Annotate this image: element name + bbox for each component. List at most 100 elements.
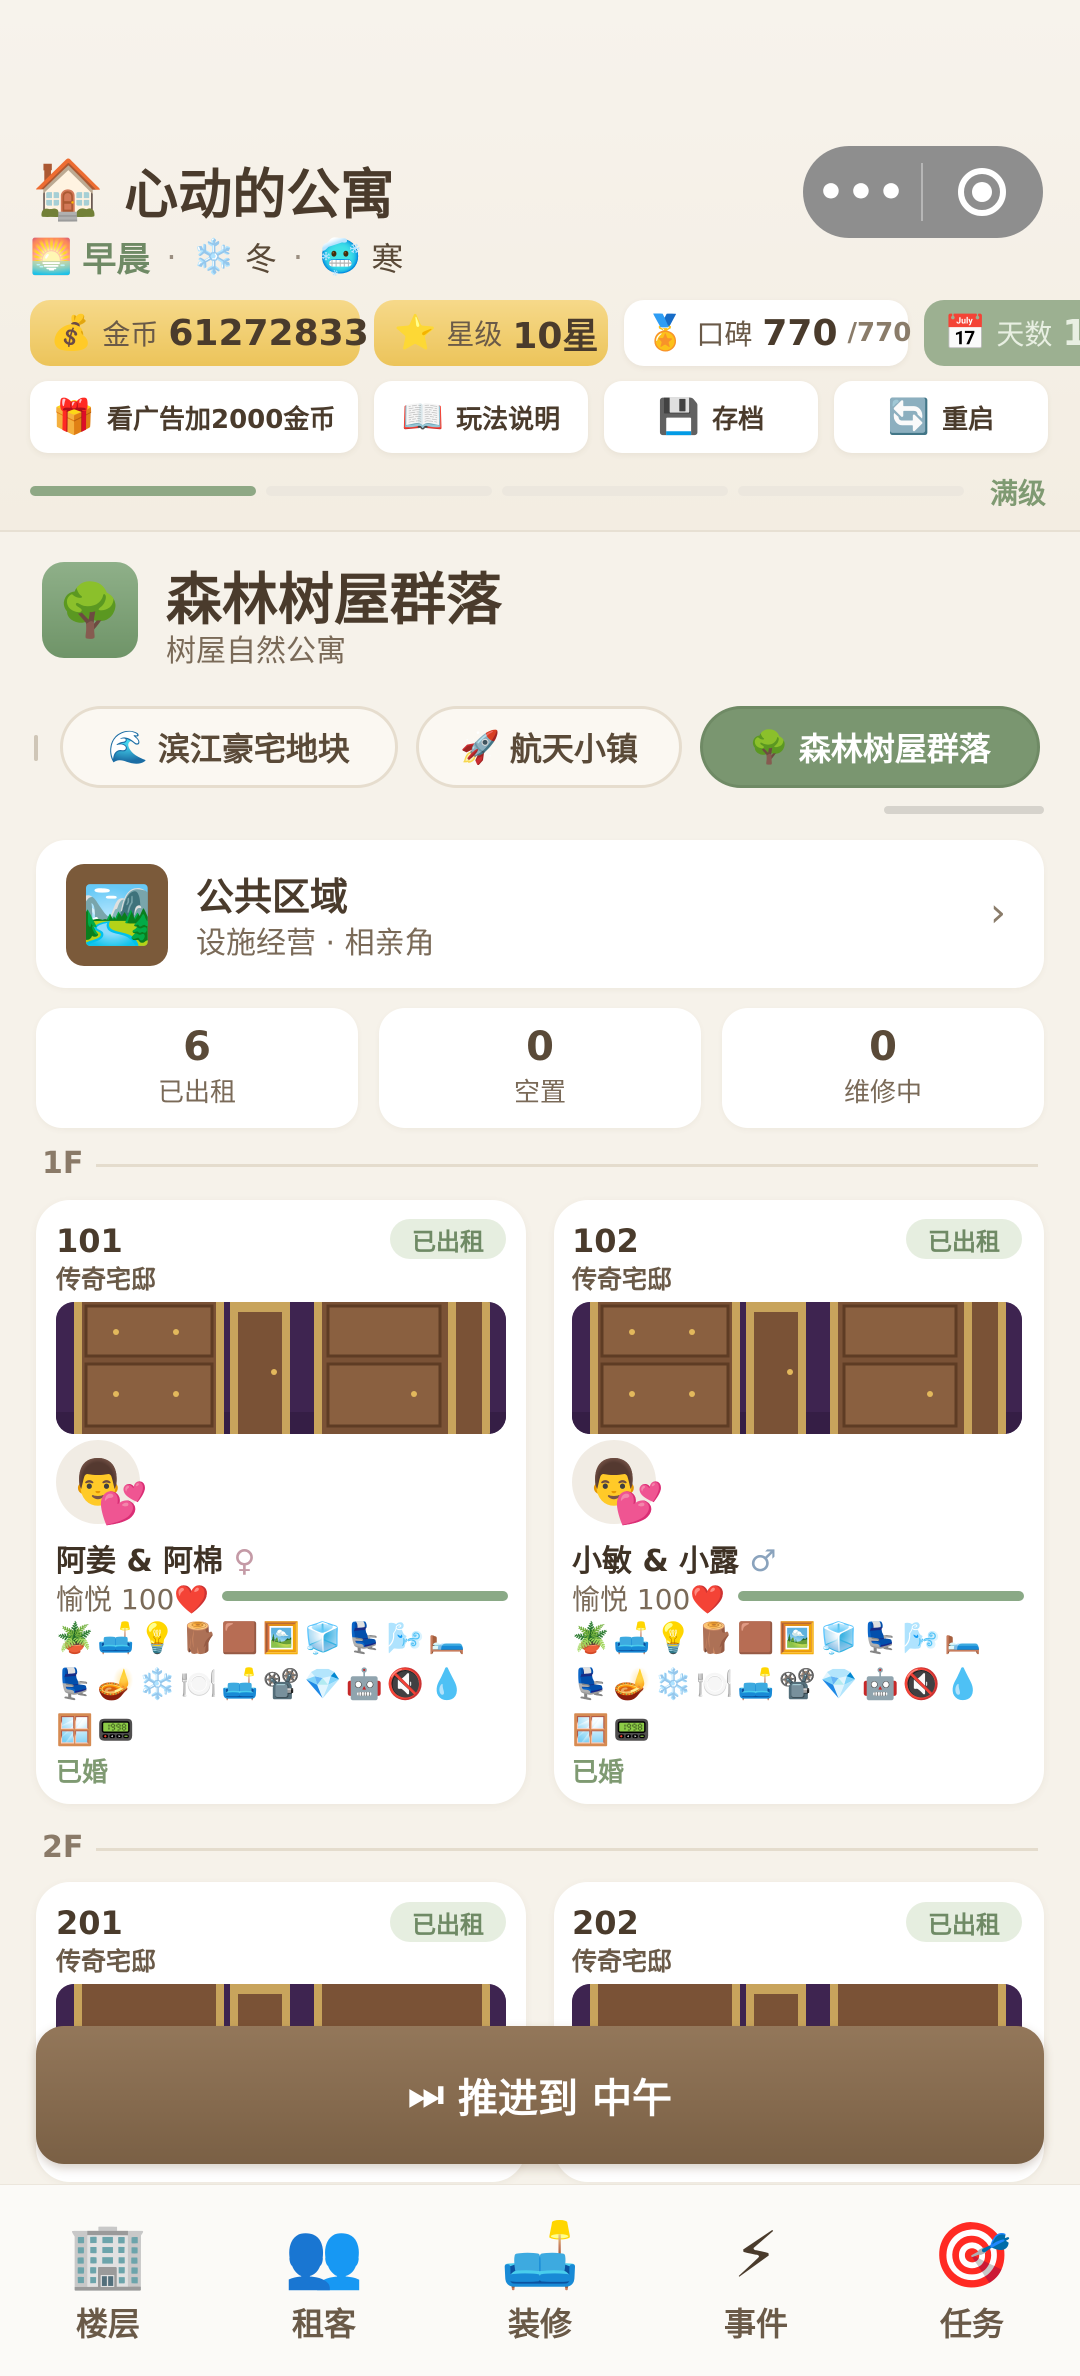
floppy-disk-icon: 💾 — [657, 397, 701, 437]
stat-label: 维修中 — [843, 1078, 922, 1108]
nav-label: 事件 — [723, 2305, 788, 2343]
tree-icon: 🌳 — [749, 728, 789, 766]
advance-time-button[interactable]: ⏭ 推进到 中午 — [36, 2026, 1044, 2164]
star-level-pill: ⭐ 星级 10星 — [374, 300, 608, 366]
room-type: 传奇宅邸 — [572, 1947, 673, 1976]
level-progress-segment — [30, 486, 256, 496]
lightning-icon: ⚡ — [733, 2219, 779, 2293]
reputation-value: 770 — [762, 312, 838, 354]
star-value: 10星 — [512, 316, 599, 357]
max-level-label: 满级 — [990, 477, 1047, 510]
refresh-icon: 🔄 — [887, 397, 931, 437]
level-progress-segment — [266, 486, 492, 496]
tab-scroll-edge — [34, 735, 38, 761]
reputation-label: 口碑 — [696, 318, 753, 351]
wave-icon: 🌊 — [108, 728, 148, 766]
stat-label: 空置 — [513, 1078, 566, 1108]
cold-face-icon: 🥶 — [319, 236, 362, 277]
header-divider — [0, 530, 1080, 532]
watch-ad-label: 看广告加2000金币 — [106, 404, 336, 435]
room-image — [572, 1302, 1022, 1434]
room-type: 传奇宅邸 — [572, 1265, 673, 1294]
floor-divider — [96, 1164, 1038, 1167]
sunrise-icon: 🌅 — [30, 236, 73, 277]
chevron-right-icon: › — [990, 890, 1006, 936]
room-type: 传奇宅邸 — [56, 1265, 157, 1294]
tenant-names: 小敏 & 小露 — [572, 1544, 740, 1579]
days-pill: 📅 天数 1 — [924, 300, 1080, 366]
coins-label: 金币 — [102, 318, 159, 351]
book-icon: 📖 — [401, 397, 445, 437]
reputation-max: /770 — [847, 318, 912, 348]
people-icon: 👥 — [284, 2219, 364, 2293]
close-miniprogram-button[interactable] — [923, 168, 1041, 216]
nav-label: 楼层 — [75, 2305, 140, 2343]
public-area-subtitle: 设施经营 · 相亲角 — [196, 926, 435, 961]
tabs-scrollbar[interactable] — [884, 806, 1044, 814]
save-label: 存档 — [712, 404, 765, 435]
tab-label: 航天小镇 — [509, 730, 638, 768]
stat-value: 0 — [869, 1024, 897, 1070]
reputation-pill: 🏅 口碑 770 /770 — [624, 300, 911, 366]
level-progress-segment — [502, 486, 728, 496]
building-icon: 🏢 — [68, 2219, 148, 2293]
fast-forward-icon: ⏭ — [408, 2072, 445, 2118]
gift-icon: 🎁 — [52, 397, 95, 437]
target-icon: 🎯 — [932, 2219, 1012, 2293]
separator: · — [166, 237, 177, 276]
nav-tasks[interactable]: 🎯 任务 — [892, 2185, 1052, 2376]
medal-icon: 🏅 — [644, 313, 687, 353]
time-status: 🌅 早晨 · ❄️ 冬 · 🥶 寒 — [30, 232, 403, 281]
rocket-icon: 🚀 — [460, 728, 500, 766]
tab-label: 森林树屋群落 — [798, 730, 991, 768]
nav-floors[interactable]: 🏢 楼层 — [28, 2185, 188, 2376]
restart-label: 重启 — [942, 404, 995, 435]
room-image — [56, 1302, 506, 1434]
more-menu-button[interactable]: ••• — [803, 167, 921, 218]
public-area-card[interactable] — [36, 840, 1044, 988]
mini-program-capsule: ••• — [803, 146, 1043, 238]
landscape-icon: 🏞️ — [66, 864, 168, 966]
coins-pill: 💰 金币 61272833 — [30, 300, 369, 366]
status-badge: 已出租 — [390, 1219, 506, 1259]
tenant-names: 阿姜 & 阿棉 — [56, 1544, 224, 1579]
tab-space-town[interactable]: 🚀 航天小镇 — [416, 706, 682, 788]
room-type: 传奇宅邸 — [56, 1947, 157, 1976]
stat-value: 6 — [183, 1024, 211, 1070]
nav-label: 租客 — [291, 2305, 356, 2343]
floor-label: 1F — [42, 1146, 84, 1181]
nav-decorate[interactable]: 🛋️ 装修 — [460, 2185, 620, 2376]
nav-label: 任务 — [939, 2305, 1004, 2343]
stat-label: 已出租 — [157, 1078, 236, 1108]
watch-ad-button[interactable]: 🎁 看广告加2000金币 — [30, 381, 358, 453]
bottom-nav: 🏢 楼层 👥 租客 🛋️ 装修 ⚡ 事件 🎯 任务 — [0, 2184, 1080, 2376]
season: 冬 — [244, 239, 277, 278]
level-progress-segment — [738, 486, 964, 496]
rules-button[interactable]: 📖 玩法说明 — [374, 381, 588, 453]
building-subtitle: 树屋自然公寓 — [166, 634, 346, 669]
time-of-day: 早晨 — [82, 240, 151, 280]
save-button[interactable]: 💾 存档 — [604, 381, 818, 453]
tab-forest-treehouse[interactable]: 🌳 森林树屋群落 — [700, 706, 1040, 788]
room-number: 102 — [572, 1222, 639, 1260]
female-icon: ♀ — [233, 1544, 256, 1579]
room-number: 201 — [56, 1904, 123, 1942]
floor-divider — [96, 1848, 1038, 1851]
building-name: 森林树屋群落 — [166, 568, 502, 633]
relationship-status: 已婚 — [56, 1758, 109, 1788]
mood-text: 愉悦 100❤️ — [56, 1583, 210, 1616]
nav-tenants[interactable]: 👥 租客 — [244, 2185, 404, 2376]
tab-riverside-mansion[interactable]: 🌊 滨江豪宅地块 — [60, 706, 398, 788]
vacant-stat: 0 空置 — [379, 1008, 701, 1128]
two-hearts-icon: 💕 — [98, 1481, 148, 1527]
nav-events[interactable]: ⚡ 事件 — [676, 2185, 836, 2376]
repair-stat: 0 维修中 — [722, 1008, 1044, 1128]
advance-label: 推进到 中午 — [458, 2076, 672, 2122]
status-badge: 已出租 — [906, 1219, 1022, 1259]
floor-label: 2F — [42, 1830, 84, 1865]
tenant-names-row: 阿姜 & 阿棉 ♀ — [56, 1536, 256, 1580]
app-title-row: 🏠 心动的公寓 — [32, 150, 394, 229]
restart-button[interactable]: 🔄 重启 — [834, 381, 1048, 453]
mood-bar — [222, 1591, 508, 1601]
money-bag-icon: 💰 — [50, 313, 93, 353]
